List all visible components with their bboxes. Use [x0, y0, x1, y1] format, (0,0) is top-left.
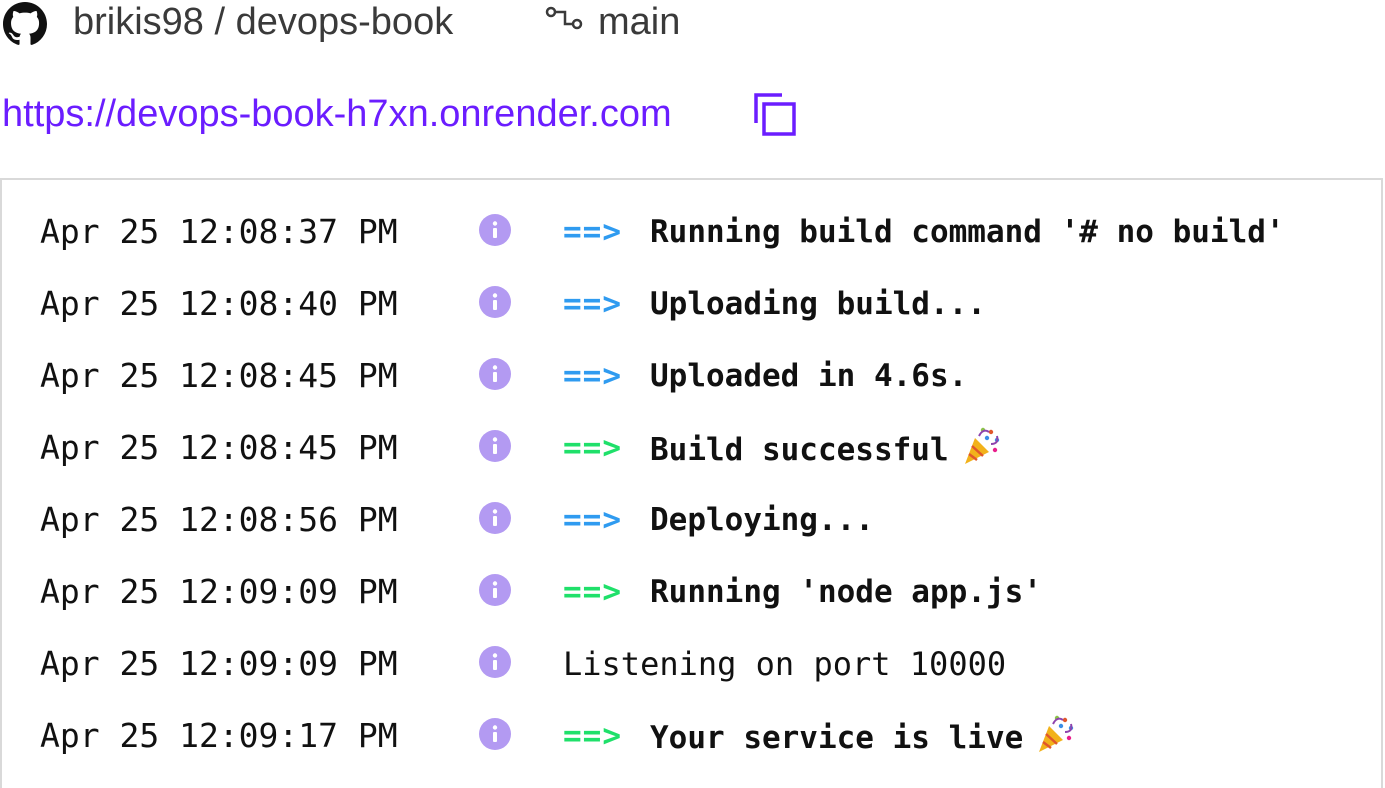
log-message-text: Deploying...	[650, 502, 874, 538]
branch-name: main	[598, 1, 681, 43]
log-arrow: ==>	[563, 502, 622, 538]
log-message-text: Running build command '# no build'	[650, 214, 1285, 250]
log-row: Apr 25 12:09:17 PM ==> Your service is liv…	[2, 684, 1381, 756]
copy-icon[interactable]	[752, 91, 798, 137]
log-message-text: Uploaded in 4.6s.	[650, 358, 968, 394]
log-message-text: Listening on port 10000	[563, 645, 1007, 683]
log-timestamp: Apr 25 12:08:40 PM	[40, 284, 398, 323]
log-row: Apr 25 12:08:56 PM ==> Deploying...	[2, 468, 1381, 540]
log-message: Your service is live	[650, 714, 1075, 760]
log-message-text: Your service is live	[650, 720, 1024, 756]
info-icon	[479, 574, 511, 606]
log-timestamp: Apr 25 12:09:17 PM	[40, 716, 398, 755]
log-timestamp: Apr 25 12:08:45 PM	[40, 356, 398, 395]
log-arrow: ==>	[563, 358, 622, 394]
log-timestamp: Apr 25 12:09:09 PM	[40, 572, 398, 611]
log-message: Uploaded in 4.6s.	[650, 354, 967, 398]
log-message: Uploading build...	[650, 282, 986, 326]
log-timestamp: Apr 25 12:09:09 PM	[40, 644, 398, 683]
party-popper-icon	[964, 427, 999, 464]
info-icon	[479, 214, 511, 246]
info-icon	[479, 430, 511, 462]
github-icon	[3, 2, 47, 45]
log-message: Listening on port 10000	[563, 642, 1006, 686]
git-branch-icon	[545, 6, 583, 30]
log-row: Apr 25 12:09:09 PM Listening on port 1000…	[2, 612, 1381, 684]
log-message: Deploying...	[650, 498, 874, 542]
log-row: Apr 25 12:08:37 PM ==> Running build comma…	[2, 180, 1381, 252]
log-arrow: ==>	[563, 718, 622, 754]
log-arrow: ==>	[563, 286, 622, 322]
info-icon	[479, 286, 511, 318]
log-arrow: ==>	[563, 214, 622, 250]
party-popper-icon	[1039, 715, 1074, 752]
log-timestamp: Apr 25 12:08:45 PM	[40, 428, 398, 467]
log-message: Running build command '# no build'	[650, 210, 1285, 254]
log-arrow: ==>	[563, 430, 622, 466]
log-row: Apr 25 12:08:45 PM ==> Uploaded in 4.6s.	[2, 324, 1381, 396]
service-url-link[interactable]: https://devops-book-h7xn.onrender.com	[2, 90, 672, 138]
log-message-text: Running 'node app.js'	[650, 574, 1042, 610]
log-message: Build successful	[650, 426, 1001, 472]
log-timestamp: Apr 25 12:08:56 PM	[40, 500, 398, 539]
info-icon	[479, 502, 511, 534]
log-arrow: ==>	[563, 574, 622, 610]
log-timestamp: Apr 25 12:08:37 PM	[40, 212, 398, 251]
info-icon	[479, 358, 511, 390]
log-row: Apr 25 12:08:45 PM ==> Build successful	[2, 396, 1381, 468]
log-row: Apr 25 12:08:40 PM ==> Uploading build...	[2, 252, 1381, 324]
repo-link[interactable]: brikis98 / devops-book	[73, 0, 453, 44]
log-panel[interactable]: Apr 25 12:08:37 PM ==> Running build comma…	[0, 178, 1383, 788]
log-message-text: Build successful	[650, 432, 949, 468]
log-row: Apr 25 12:09:09 PM ==> Running 'node app.j…	[2, 540, 1381, 612]
info-icon	[479, 718, 511, 750]
info-icon	[479, 646, 511, 678]
log-message-text: Uploading build...	[650, 286, 986, 322]
log-message: Running 'node app.js'	[650, 570, 1042, 614]
